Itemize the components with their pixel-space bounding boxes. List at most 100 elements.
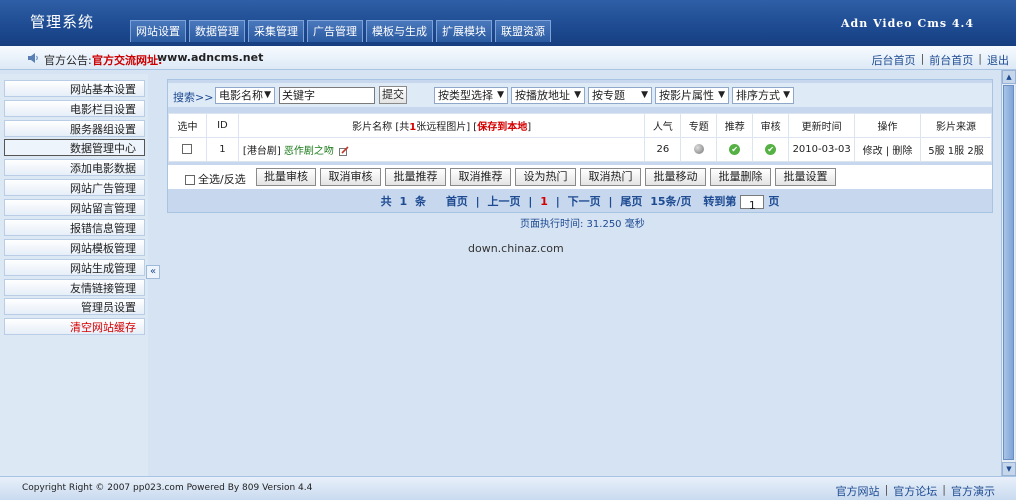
submit-button[interactable]: 提交 <box>379 86 407 104</box>
tab-site-settings[interactable]: 网站设置 <box>130 20 186 42</box>
scroll-up-arrow-icon[interactable]: ▲ <box>1002 70 1016 84</box>
audit-check-icon[interactable]: ✔ <box>765 143 777 155</box>
separator: | <box>528 195 533 208</box>
col-name-suffix: ] <box>527 122 532 133</box>
sidebar-item-messages[interactable]: 网站留言管理 <box>4 199 145 216</box>
sidebar-item-data-center[interactable]: 数据管理中心 <box>4 139 145 156</box>
row-edit-link[interactable]: 修改 <box>863 146 883 157</box>
speaker-icon <box>28 53 38 63</box>
row-updated: 2010-03-03 <box>788 137 856 162</box>
batch-move-button[interactable]: 批量移动 <box>645 168 706 186</box>
tab-data-management[interactable]: 数据管理 <box>189 20 245 42</box>
tab-alliance[interactable]: 联盟资源 <box>495 20 551 42</box>
movie-table: 选中 ID 影片名称 [共1张远程图片] [保存到本地] 人气 专题 推荐 审核… <box>168 113 992 162</box>
next-page-link[interactable]: 下一页 <box>568 192 601 212</box>
select-all-checkbox[interactable] <box>185 175 195 185</box>
per-page-label: 15条/页 <box>650 195 692 208</box>
batch-action-bar: 全选/反选 批量审核 取消审核 批量推荐 取消推荐 设为热门 取消热门 批量移动… <box>168 165 992 189</box>
sidebar-item-friend-links[interactable]: 友情链接管理 <box>4 279 145 296</box>
save-local-link[interactable]: 保存到本地 <box>477 122 527 133</box>
batch-delete-button[interactable]: 批量删除 <box>710 168 771 186</box>
sidebar-item-clear-cache[interactable]: 清空网站缓存 <box>4 318 145 335</box>
topic-status-icon[interactable] <box>693 144 704 154</box>
set-hot-button[interactable]: 设为热门 <box>515 168 576 186</box>
last-page-link[interactable]: 尾页 <box>620 192 642 212</box>
notice-bar: 官方公告: 官方交流网址: www.adncms.net 后台首页 | 前台首页… <box>0 46 1016 70</box>
sidebar-item-templates[interactable]: 网站模板管理 <box>4 239 145 256</box>
sidebar-item-error-reports[interactable]: 报错信息管理 <box>4 219 145 236</box>
tab-templates[interactable]: 模板与生成 <box>366 20 433 42</box>
prev-page-link[interactable]: 上一页 <box>488 192 521 212</box>
front-home-link[interactable]: 前台首页 <box>924 52 978 68</box>
watermark-text: down.chinaz.com <box>468 242 564 255</box>
sidebar-item-generate[interactable]: 网站生成管理 <box>4 259 145 276</box>
sidebar-collapse-button[interactable]: « <box>146 265 160 279</box>
col-name-mid: 张远程图片] [ <box>416 122 478 133</box>
chevron-down-icon: ▼ <box>497 90 504 100</box>
first-page-link[interactable]: 首页 <box>446 192 468 212</box>
sidebar-item-admins[interactable]: 管理员设置 <box>4 298 145 315</box>
col-actions: 操作 <box>854 113 921 138</box>
top-links: 后台首页 | 前台首页 | 退出 <box>867 52 1014 68</box>
row-delete-link[interactable]: 删除 <box>892 146 912 157</box>
edit-icon[interactable] <box>339 146 349 156</box>
logout-link[interactable]: 退出 <box>982 52 1014 68</box>
row-select-cell <box>168 137 207 162</box>
col-topic: 专题 <box>680 113 718 138</box>
admin-home-link[interactable]: 后台首页 <box>867 52 921 68</box>
row-recommend-cell: ✔ <box>716 137 754 162</box>
sort-select[interactable]: 排序方式 ▼ <box>732 87 794 104</box>
col-updated: 更新时间 <box>788 113 856 138</box>
tab-ads[interactable]: 广告管理 <box>307 20 363 42</box>
batch-recommend-button[interactable]: 批量推荐 <box>385 168 446 186</box>
sidebar: 网站基本设置 电影栏目设置 服务器组设置 数据管理中心 添加电影数据 网站广告管… <box>0 74 148 476</box>
sidebar-item-ads[interactable]: 网站广告管理 <box>4 179 145 196</box>
chevron-down-icon: ▼ <box>718 90 725 100</box>
copyright-text: Copyright Right © 2007 pp023.com Powered… <box>22 483 313 493</box>
separator: | <box>608 195 613 208</box>
goto-prefix: 转到第 <box>703 195 737 208</box>
notice-label: 官方公告: <box>44 54 92 67</box>
col-recommend: 推荐 <box>716 113 754 138</box>
tab-extensions[interactable]: 扩展模块 <box>436 20 492 42</box>
row-checkbox[interactable] <box>182 144 193 154</box>
scroll-down-arrow-icon[interactable]: ▼ <box>1002 462 1016 476</box>
tab-collection[interactable]: 采集管理 <box>248 20 304 42</box>
top-nav: 网站设置 数据管理 采集管理 广告管理 模板与生成 扩展模块 联盟资源 <box>130 20 551 42</box>
row-actions-cell: 修改 | 删除 <box>854 137 921 162</box>
official-forum-link[interactable]: 官方论坛 <box>888 483 942 499</box>
keyword-input[interactable]: 关键字 <box>279 87 375 104</box>
official-demo-link[interactable]: 官方演示 <box>946 483 1000 499</box>
batch-settings-button[interactable]: 批量设置 <box>775 168 836 186</box>
type-select[interactable]: 按类型选择 ▼ <box>434 87 508 104</box>
cancel-audit-button[interactable]: 取消审核 <box>320 168 381 186</box>
scroll-thumb[interactable] <box>1003 85 1014 460</box>
total-count: 1 <box>399 195 408 208</box>
attribute-select[interactable]: 按影片属性 ▼ <box>655 87 729 104</box>
version-label: Adn Video Cms 4.4 <box>841 17 974 30</box>
separator: | <box>475 195 480 208</box>
play-address-select[interactable]: 按播放地址 ▼ <box>511 87 585 104</box>
goto-page-input[interactable]: 1 <box>740 195 765 212</box>
topic-select[interactable]: 按专题 ▼ <box>588 87 652 104</box>
select-all-label: 全选/反选 <box>198 173 246 186</box>
cancel-recommend-button[interactable]: 取消推荐 <box>450 168 511 186</box>
row-movie-name-link[interactable]: 恶作剧之吻 <box>284 146 334 157</box>
batch-audit-button[interactable]: 批量审核 <box>256 168 316 186</box>
sidebar-item-add-movie[interactable]: 添加电影数据 <box>4 159 145 176</box>
sidebar-item-server-group[interactable]: 服务器组设置 <box>4 120 145 137</box>
sidebar-item-movie-category[interactable]: 电影栏目设置 <box>4 100 145 117</box>
search-field-select[interactable]: 电影名称 ▼ <box>215 87 275 104</box>
row-name-cell: [港台剧] 恶作剧之吻 <box>237 137 646 162</box>
recommend-check-icon[interactable]: ✔ <box>729 143 741 155</box>
search-field-value: 电影名称 <box>219 89 263 102</box>
row-category-link[interactable]: [港台剧] <box>243 146 281 157</box>
official-site-link[interactable]: 官方网站 <box>831 483 885 499</box>
notice-url-link[interactable]: www.adncms.net <box>157 51 263 64</box>
data-panel: 搜索>> 电影名称 ▼ 关键字 提交 按类型选择 ▼ 按播放地址 ▼ 按专题 ▼… <box>167 79 993 213</box>
select-all-toggle[interactable]: 全选/反选 <box>185 171 246 187</box>
sidebar-item-site-basic[interactable]: 网站基本设置 <box>4 80 145 97</box>
cancel-hot-button[interactable]: 取消热门 <box>580 168 641 186</box>
vertical-scrollbar[interactable]: ▲ ▼ <box>1001 70 1016 476</box>
row-audit-cell: ✔ <box>752 137 790 162</box>
